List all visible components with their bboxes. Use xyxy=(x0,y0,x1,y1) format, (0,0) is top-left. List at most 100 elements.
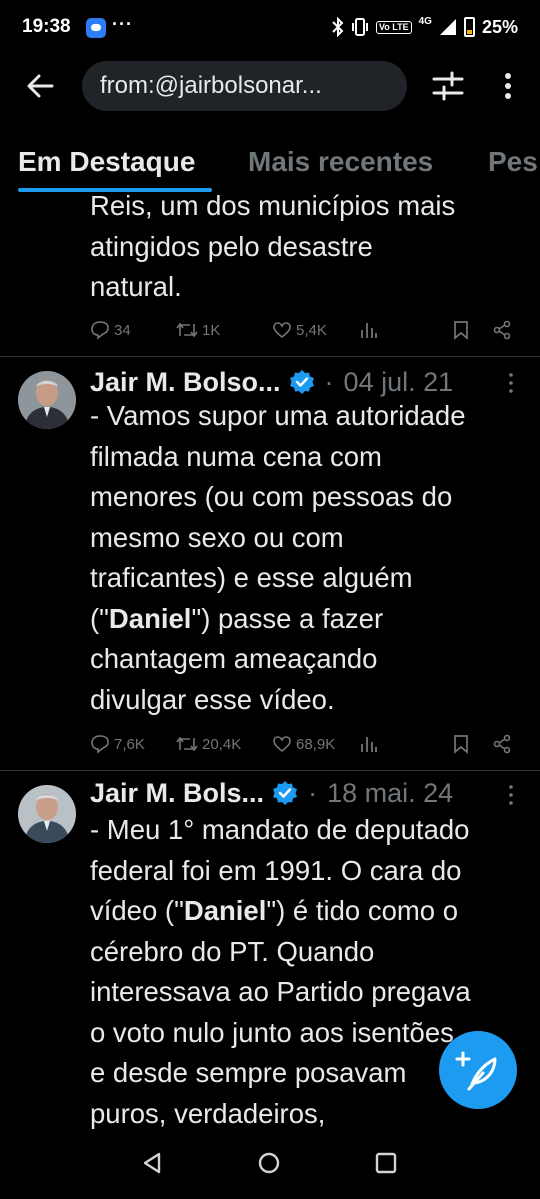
tab-pessoas[interactable]: Pes xyxy=(488,146,538,178)
bookmark-button[interactable] xyxy=(452,729,470,759)
bookmark-icon xyxy=(454,735,468,754)
retweet-count: 1K xyxy=(202,321,221,339)
tweet-text: - Vamos supor uma autoridade filmada num… xyxy=(90,396,530,720)
like-count: 68,9K xyxy=(296,735,336,753)
nav-back-icon[interactable] xyxy=(139,1150,165,1176)
text-segment: ") passe a fazer xyxy=(191,602,384,634)
battery-percent: 25% xyxy=(481,16,518,37)
reply-count: 7,6K xyxy=(114,735,145,753)
tweet-divider xyxy=(0,356,540,357)
tweet-line: vídeo ("Daniel") é tido como o xyxy=(90,891,530,932)
share-button[interactable] xyxy=(492,315,512,345)
tweet-line: menores (ou com pessoas do xyxy=(90,481,453,512)
tweet-feed[interactable]: Reis, um dos municípios mais atingidos p… xyxy=(0,194,540,1144)
tweet-line: divulgar esse vídeo. xyxy=(90,683,335,715)
back-arrow-icon[interactable] xyxy=(24,70,56,102)
bluetooth-icon xyxy=(332,17,344,37)
avatar[interactable] xyxy=(18,371,76,429)
active-tab-indicator xyxy=(18,188,212,192)
tweet-more-icon[interactable] xyxy=(504,783,518,807)
tab-em-destaque[interactable]: Em Destaque xyxy=(18,146,195,178)
author-name[interactable]: Jair M. Bolso... xyxy=(90,367,281,398)
views-button[interactable] xyxy=(360,729,378,759)
tweet-line: mesmo sexo ou com xyxy=(90,521,344,553)
tweet-actions: 7,6K 20,4K 68,9K xyxy=(90,729,520,759)
tweet-line: cérebro do PT. Quando xyxy=(90,935,375,967)
tweet-header: Jair M. Bols... · 18 mai. 24 xyxy=(90,775,453,811)
signal-icon xyxy=(439,19,456,35)
tweet-separator: · xyxy=(308,777,318,808)
vibrate-icon xyxy=(351,18,368,36)
search-tabs: Em Destaque Mais recentes Pes xyxy=(0,138,540,194)
tweet-actions: 34 1K 5,4K xyxy=(90,315,520,345)
highlighted-term: Daniel xyxy=(183,895,267,926)
heart-icon xyxy=(273,736,291,753)
messenger-notification-icon xyxy=(86,18,106,38)
reply-button[interactable]: 7,6K xyxy=(90,729,145,759)
like-count: 5,4K xyxy=(296,321,327,339)
bookmark-button[interactable] xyxy=(452,315,470,345)
tab-mais-recentes[interactable]: Mais recentes xyxy=(248,146,433,178)
nav-home-icon[interactable] xyxy=(256,1150,282,1176)
verified-badge-icon xyxy=(289,370,314,394)
search-header: from:@jairbolsonar... xyxy=(0,58,540,118)
tweet-more-icon[interactable] xyxy=(504,371,518,395)
share-icon xyxy=(493,734,511,754)
like-button[interactable]: 5,4K xyxy=(272,315,327,345)
share-button[interactable] xyxy=(492,729,512,759)
tweet-line: Reis, um dos municípios mais xyxy=(90,194,456,221)
reply-button[interactable]: 34 xyxy=(90,315,131,345)
views-button[interactable] xyxy=(360,315,378,345)
retweet-icon xyxy=(176,322,198,338)
tweet-text: Reis, um dos municípios mais atingidos p… xyxy=(90,194,530,308)
tweet-line: atingidos pelo desastre xyxy=(90,230,373,262)
text-segment: vídeo (" xyxy=(90,895,184,926)
share-icon xyxy=(493,320,511,340)
tweet-line: - Meu 1° mandato de deputado xyxy=(90,814,470,845)
status-time: 19:38 xyxy=(22,16,71,37)
reply-icon xyxy=(91,321,109,340)
compose-feather-icon xyxy=(455,1051,497,1091)
volte-icon: Vo LTE xyxy=(375,20,412,34)
tweet-line: ("Daniel") passe a fazer xyxy=(90,599,530,640)
network-type: 4G xyxy=(418,15,432,27)
tweet-separator: · xyxy=(324,366,334,397)
analytics-icon xyxy=(361,737,377,752)
more-options-icon[interactable] xyxy=(496,70,520,102)
more-notifications-icon: ··· xyxy=(112,14,133,34)
heart-icon xyxy=(273,322,291,339)
profile-photo xyxy=(18,785,76,843)
tweet-line: federal foi em 1991. O cara do xyxy=(90,854,462,886)
tweet-header: Jair M. Bolso... · 04 jul. 21 xyxy=(90,364,453,400)
filter-icon[interactable] xyxy=(430,70,466,102)
retweet-icon xyxy=(176,736,198,752)
system-navigation-bar xyxy=(0,1130,540,1199)
nav-recents-icon[interactable] xyxy=(373,1150,399,1176)
reply-icon xyxy=(91,735,109,754)
search-query: from:@jairbolsonar... xyxy=(100,72,322,99)
status-bar: 19:38 ··· Vo LTE 4G 25% xyxy=(0,0,540,58)
retweet-button[interactable]: 1K xyxy=(176,315,220,345)
search-input[interactable]: from:@jairbolsonar... xyxy=(82,61,407,111)
text-segment: (" xyxy=(90,602,109,634)
bookmark-icon xyxy=(454,321,468,340)
tweet-line: chantagem ameaçando xyxy=(90,643,378,674)
compose-tweet-button[interactable] xyxy=(439,1031,517,1109)
tweet-line: filmada numa cena com xyxy=(90,440,382,472)
status-indicators: Vo LTE 4G 25% xyxy=(332,16,518,38)
text-segment: ") é tido como o xyxy=(266,895,459,926)
like-button[interactable]: 68,9K xyxy=(272,729,335,759)
reply-count: 34 xyxy=(114,321,131,339)
verified-badge-icon xyxy=(273,781,298,805)
highlighted-term: Daniel xyxy=(108,602,192,634)
author-name[interactable]: Jair M. Bols... xyxy=(90,778,264,809)
analytics-icon xyxy=(361,323,377,338)
tweet-divider xyxy=(0,770,540,771)
tweet-date[interactable]: 04 jul. 21 xyxy=(344,367,454,398)
profile-photo xyxy=(18,371,76,429)
tweet-date[interactable]: 18 mai. 24 xyxy=(327,778,453,809)
retweet-button[interactable]: 20,4K xyxy=(176,729,241,759)
tweet-line: - Vamos supor uma autoridade xyxy=(90,400,466,431)
tweet-line: traficantes) e esse alguém xyxy=(90,562,413,593)
avatar[interactable] xyxy=(18,785,76,843)
